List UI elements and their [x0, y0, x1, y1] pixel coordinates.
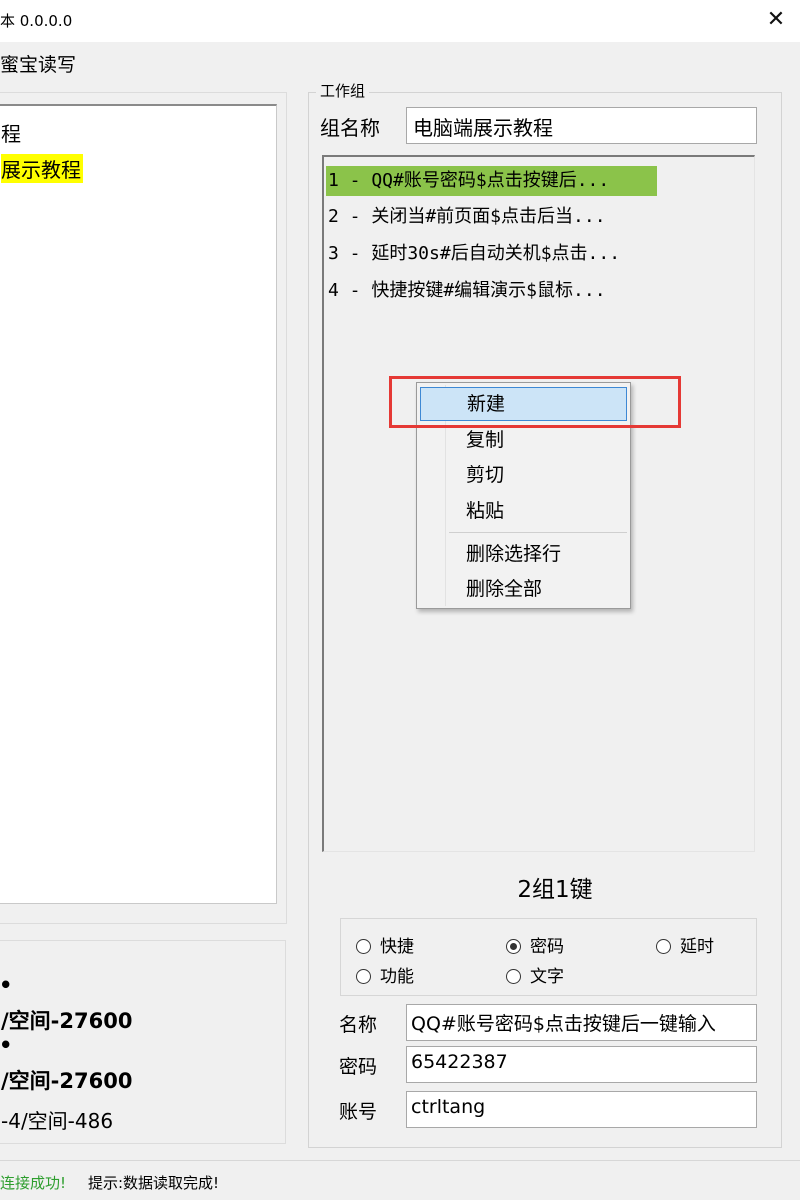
status-tip: 提示:数据读取完成! [88, 1174, 220, 1192]
connection-status: 连接成功! [0, 1174, 67, 1192]
title-bar: 本 0.0.0.0 ✕ [0, 0, 800, 42]
radio-function[interactable]: 功能 [356, 962, 414, 987]
key-type-radio-group: 快捷 密码 延时 功能 文字 [340, 918, 757, 996]
info-bullet: • [0, 1033, 13, 1057]
radio-circle-checked [506, 939, 521, 954]
info-storage: /空间-27600 [1, 1009, 133, 1033]
menu-item-delete-all[interactable]: 删除全部 [420, 572, 627, 606]
device-info-panel: • /空间-27600 • /空间-27600 -4/空间-486 [0, 940, 286, 1144]
work-group-title: 工作组 [316, 80, 370, 101]
radio-shortcut[interactable]: 快捷 [356, 932, 414, 957]
info-storage-small: -4/空间-486 [1, 1109, 114, 1133]
menu-item-copy[interactable]: 复制 [420, 423, 627, 457]
password-label: 密码 [339, 1056, 378, 1078]
radio-circle [506, 969, 521, 984]
menu-separator [449, 532, 627, 533]
window-title: 本 0.0.0.0 [0, 12, 73, 30]
group-name-label: 组名称 [320, 116, 380, 140]
account-label: 账号 [339, 1101, 378, 1123]
annotation-highlight-box [389, 376, 681, 428]
tree-item[interactable]: 程 [1, 118, 21, 147]
menu-item-delete-selected[interactable]: 删除选择行 [420, 537, 627, 571]
name-input[interactable]: QQ#账号密码$点击按键后一键输入 [406, 1004, 757, 1041]
radio-text[interactable]: 文字 [506, 962, 564, 987]
menu-item-paste[interactable]: 粘贴 [420, 494, 627, 528]
name-label: 名称 [339, 1014, 378, 1036]
radio-circle [656, 939, 671, 954]
group-key-counter: 2组1键 [517, 877, 593, 903]
tree-item-selected[interactable]: 展示教程 [1, 154, 83, 183]
radio-circle [356, 939, 371, 954]
info-bullet: • [0, 973, 13, 997]
list-item[interactable]: 3 - 延时30s#后自动关机$点击... [326, 239, 620, 269]
menu-bar: 蜜宝读写 [0, 42, 800, 80]
list-item[interactable]: 4 - 快捷按键#编辑演示$鼠标... [326, 276, 606, 306]
group-tree[interactable]: 程 展示教程 [0, 104, 277, 904]
menu-item-read-write[interactable]: 蜜宝读写 [0, 50, 76, 77]
radio-password[interactable]: 密码 [506, 932, 564, 957]
info-storage: /空间-27600 [1, 1069, 133, 1093]
menu-item-cut[interactable]: 剪切 [420, 458, 627, 492]
list-item[interactable]: 2 - 关闭当#前页面$点击后当... [326, 202, 606, 232]
status-bar: 连接成功! 提示:数据读取完成! [0, 1160, 800, 1200]
account-input[interactable]: ctrltang [406, 1091, 757, 1128]
password-input[interactable]: 65422387 [406, 1046, 757, 1083]
radio-circle [356, 969, 371, 984]
radio-delay[interactable]: 延时 [656, 932, 714, 957]
group-name-input[interactable]: 电脑端展示教程 [406, 107, 757, 144]
list-item-selected[interactable]: 1 - QQ#账号密码$点击按键后... [326, 166, 657, 196]
close-icon[interactable]: ✕ [762, 6, 790, 34]
